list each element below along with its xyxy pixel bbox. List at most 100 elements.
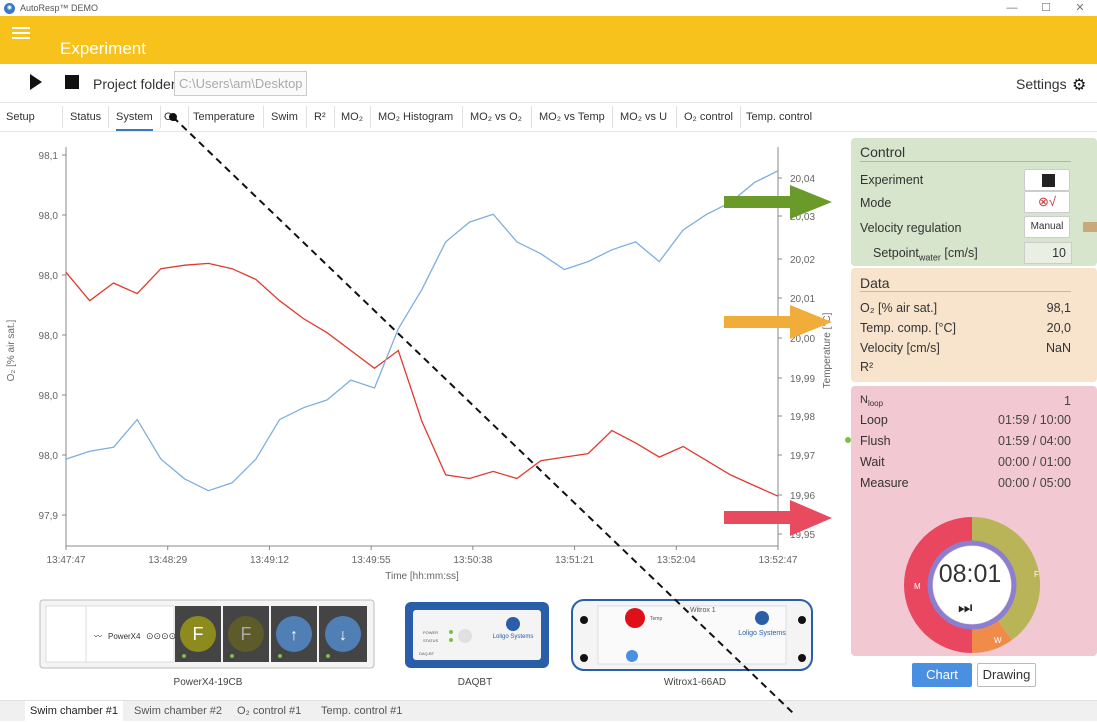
tab-9[interactable]: MO₂ vs O₂	[470, 111, 522, 123]
data-divider	[860, 291, 1071, 292]
tab-7[interactable]: MO₂	[341, 111, 363, 123]
tab-1[interactable]: Status	[70, 111, 101, 123]
y-tick-label: 98,1	[39, 151, 59, 162]
stop-icon	[1042, 174, 1055, 187]
red-arrow-annotation	[724, 500, 834, 536]
mode-label: Mode	[860, 196, 891, 210]
tab-separator	[740, 106, 741, 128]
powerx4-device-image: 〰 PowerX4 ⊙⊙⊙⊙ F F ↑ ↓	[38, 598, 378, 678]
bottom-tab-1[interactable]: Swim chamber #2	[129, 701, 227, 722]
y-axis-label: O₂ [% air sat.]	[6, 319, 17, 381]
bottom-tab-bar: Swim chamber #1 Swim chamber #2O₂ control…	[0, 700, 1097, 721]
measure-value: 00:00 / 05:00	[998, 476, 1071, 490]
tab-separator	[462, 106, 463, 128]
wait-value: 00:00 / 01:00	[998, 455, 1071, 469]
measure-label: Measure	[860, 476, 909, 490]
tab-11[interactable]: MO₂ vs U	[620, 111, 667, 123]
o2-label: O₂ [% air sat.]	[860, 301, 937, 315]
experiment-label: Experiment	[860, 173, 923, 187]
tab-12[interactable]: O₂ control	[684, 111, 733, 123]
setpoint-label: Setpointwater [cm/s]	[873, 246, 978, 263]
tab-separator	[334, 106, 335, 128]
mode-button[interactable]: ⊗√	[1024, 191, 1070, 213]
y2-tick-label: 19,97	[790, 451, 815, 462]
tab-separator	[108, 106, 109, 128]
stop-icon[interactable]	[65, 75, 79, 89]
x-tick-label: 13:47:47	[47, 555, 86, 566]
timer-clock: 08:01	[938, 560, 1002, 589]
data-panel: Data O₂ [% air sat.] 98,1 Temp. comp. [°…	[851, 268, 1097, 382]
bottom-tab-2[interactable]: O₂ control #1	[232, 701, 306, 722]
tab-separator	[612, 106, 613, 128]
loop-value: 01:59 / 10:00	[998, 413, 1071, 427]
bottom-tab-3[interactable]: Temp. control #1	[316, 701, 407, 722]
segment-label: F	[1034, 570, 1039, 579]
svg-text:↓: ↓	[339, 627, 347, 644]
tab-3[interactable]: O₂	[164, 111, 177, 123]
gear-icon[interactable]: ⚙	[1072, 75, 1086, 95]
skip-next-icon[interactable]: ⏭	[958, 600, 972, 618]
project-folder-field[interactable]: C:\Users\am\Desktop	[174, 71, 307, 96]
x-tick-label: 13:51:21	[555, 555, 594, 566]
x-tick-label: 13:49:12	[250, 555, 289, 566]
y2-tick-label: 20,01	[790, 294, 815, 305]
tab-10[interactable]: MO₂ vs Temp	[539, 111, 605, 123]
tab-separator	[263, 106, 264, 128]
play-icon[interactable]	[30, 74, 42, 90]
control-divider	[860, 161, 1071, 162]
tab-5[interactable]: Swim	[271, 111, 298, 123]
tab-8[interactable]: MO₂ Histogram	[378, 111, 453, 123]
hamburger-menu-icon[interactable]	[12, 27, 30, 39]
y-tick-label: 98,0	[39, 391, 59, 402]
svg-text:↑: ↑	[290, 627, 298, 644]
velocity-label: Velocity [cm/s]	[860, 341, 940, 355]
svg-text:Temp: Temp	[650, 616, 662, 622]
app-logo-icon: ◉	[4, 3, 15, 14]
maximize-button[interactable]: ☐	[1029, 0, 1063, 16]
y2-tick-label: 19,99	[790, 374, 815, 385]
tab-13[interactable]: Temp. control	[746, 111, 812, 123]
tab-4[interactable]: Temperature	[193, 111, 255, 123]
velocity-manual-button[interactable]: Manual	[1024, 216, 1070, 238]
tab-2[interactable]: System	[116, 111, 153, 131]
pump-icon[interactable]	[1083, 222, 1097, 232]
nloop-value: 1	[1064, 394, 1071, 408]
daqbt-device-image: POWER STATUS Loligo Systems DAQ-BT	[403, 600, 553, 676]
svg-text:DAQ-BT: DAQ-BT	[419, 651, 435, 656]
y2-tick-label: 20,02	[790, 255, 815, 266]
window-title: AutoResp™ DEMO	[20, 3, 98, 13]
tab-0[interactable]: Setup	[6, 111, 35, 123]
experiment-stop-button[interactable]	[1024, 169, 1070, 191]
tab-6[interactable]: R²	[314, 111, 326, 123]
tab-separator	[306, 106, 307, 128]
y-tick-label: 98,0	[39, 271, 59, 282]
setpoint-input[interactable]: 10	[1024, 242, 1072, 264]
drawing-view-button[interactable]: Drawing	[977, 663, 1036, 687]
svg-text:Loligo Systems: Loligo Systems	[738, 630, 786, 637]
flush-label: Flush	[860, 434, 891, 448]
control-title: Control	[860, 144, 905, 160]
x-tick-label: 13:52:04	[657, 555, 696, 566]
tab-separator	[676, 106, 677, 128]
project-folder-label: Project folder	[93, 76, 175, 92]
close-button[interactable]: ✕	[1063, 0, 1097, 16]
x-axis-label: Time [hh:mm:ss]	[385, 571, 459, 582]
chart-view-button[interactable]: Chart	[912, 663, 972, 687]
minimize-button[interactable]: —	[995, 0, 1029, 16]
x-tick-label: 13:49:55	[352, 555, 391, 566]
flush-value: 01:59 / 04:00	[998, 434, 1071, 448]
x-tick-label: 13:48:29	[148, 555, 187, 566]
settings-button[interactable]: Settings	[1016, 76, 1067, 92]
y2-tick-label: 19,98	[790, 412, 815, 423]
segment-label: M	[914, 582, 921, 591]
tab-separator	[531, 106, 532, 128]
tab-separator	[370, 106, 371, 128]
nloop-label: Nloop	[860, 394, 883, 408]
bottom-tab-0[interactable]: Swim chamber #1	[25, 701, 123, 722]
r2-label: R²	[860, 360, 873, 374]
tab-bar: Setup Status System O₂ Temperature Swim R² MO₂ M…	[0, 102, 1097, 132]
segment-label: W	[994, 636, 1002, 645]
velocity-value: NaN	[1046, 341, 1071, 355]
wait-label: Wait	[860, 455, 885, 469]
svg-text:〰: 〰	[94, 632, 102, 641]
